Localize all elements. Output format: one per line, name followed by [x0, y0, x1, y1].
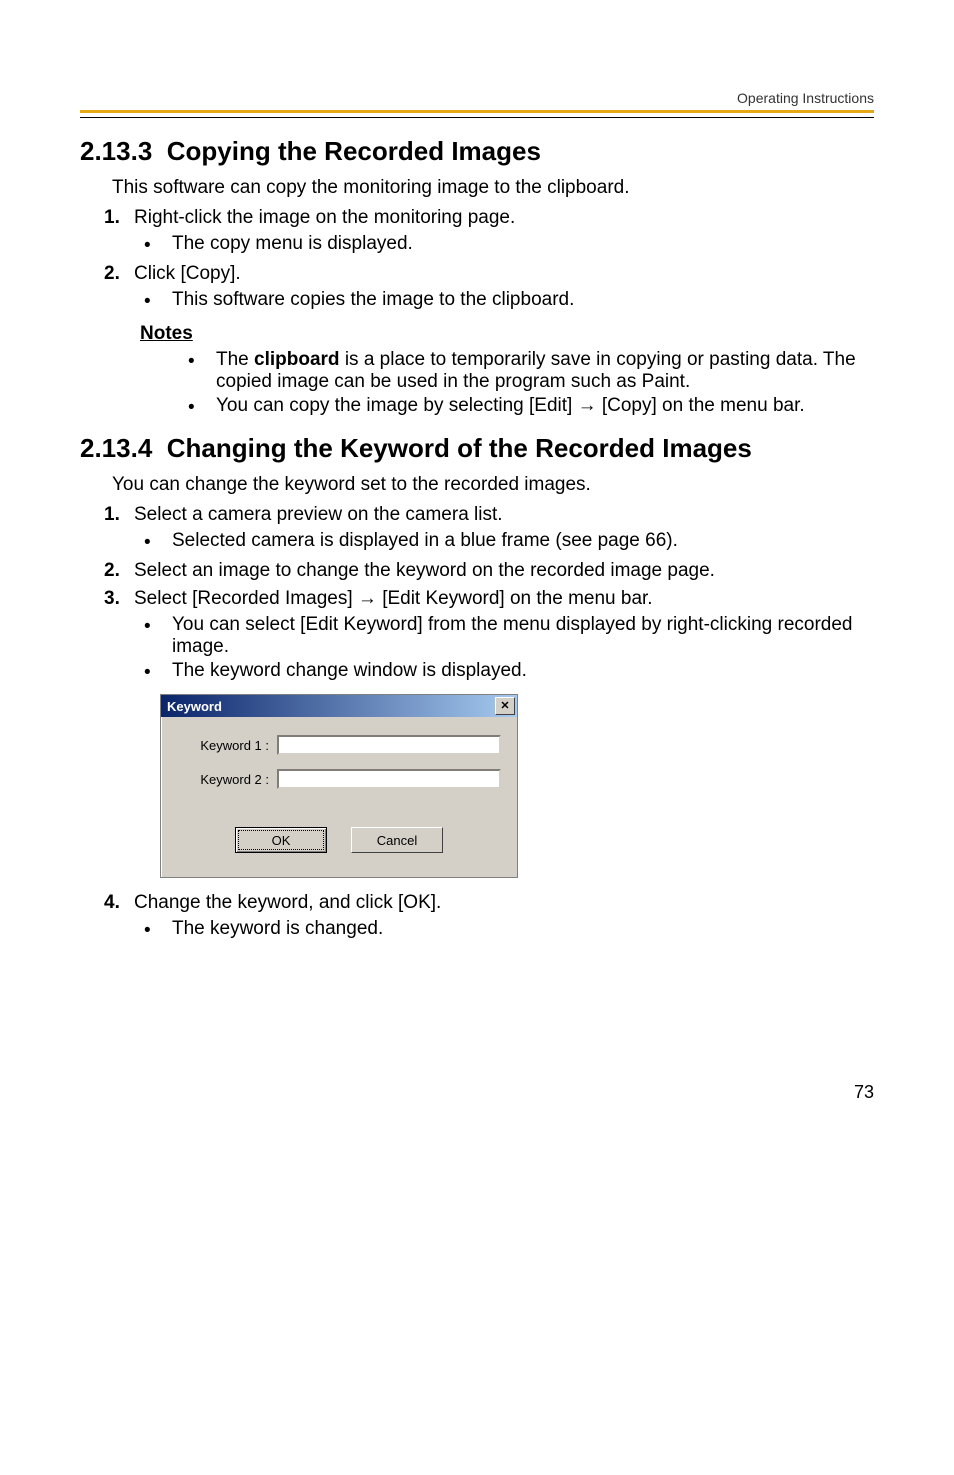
bullet-text: The copy menu is displayed.: [172, 233, 413, 255]
rule-thin: [80, 117, 874, 118]
bullet-dot-icon: •: [144, 614, 172, 638]
ok-button-label: OK: [272, 833, 291, 848]
keyword-dialog: Keyword ✕ Keyword 1 : Keyword 2 : OK: [160, 694, 518, 878]
step-b3-bullet-1: • You can select [Edit Keyword] from the…: [144, 614, 874, 658]
step-2: 2. Click [Copy].: [104, 263, 874, 285]
section-b-intro: You can change the keyword set to the re…: [112, 474, 874, 496]
dialog-title: Keyword: [167, 699, 222, 714]
step-text: Select a camera preview on the camera li…: [134, 504, 503, 526]
keyword2-label: Keyword 2 :: [177, 772, 277, 787]
note-text: You can copy the image by selecting [Edi…: [216, 395, 805, 417]
step-text: Select [Recorded Images] → [Edit Keyword…: [134, 588, 653, 610]
page-number: 73: [80, 1082, 874, 1103]
keyword1-input[interactable]: [277, 735, 501, 755]
rule-accent: [80, 110, 874, 113]
step-b2: 2. Select an image to change the keyword…: [104, 560, 874, 582]
ok-button[interactable]: OK: [235, 827, 327, 853]
step-number: 2.: [104, 560, 134, 582]
step-text: Select an image to change the keyword on…: [134, 560, 715, 582]
step-number: 1.: [104, 504, 134, 526]
step-text: Change the keyword, and click [OK].: [134, 892, 441, 914]
step-number: 2.: [104, 263, 134, 285]
step-b4: 4. Change the keyword, and click [OK].: [104, 892, 874, 914]
bullet-dot-icon: •: [144, 918, 172, 942]
arrow-right-icon: →: [353, 588, 383, 609]
note-bullet-2: • You can copy the image by selecting [E…: [188, 395, 874, 419]
cancel-button-label: Cancel: [377, 833, 417, 848]
step-number: 1.: [104, 207, 134, 229]
step-b1: 1. Select a camera preview on the camera…: [104, 504, 874, 526]
section-heading-copying: 2.13.3 Copying the Recorded Images: [80, 136, 874, 167]
bullet-text: Selected camera is displayed in a blue f…: [172, 530, 678, 552]
bullet-dot-icon: •: [144, 660, 172, 684]
step-number: 3.: [104, 588, 134, 610]
bullet-text: The keyword is changed.: [172, 918, 383, 940]
running-header: Operating Instructions: [80, 90, 874, 106]
section-a-intro: This software can copy the monitoring im…: [112, 177, 874, 199]
step-2-bullet: • This software copies the image to the …: [144, 289, 874, 313]
bullet-text: This software copies the image to the cl…: [172, 289, 574, 311]
bullet-dot-icon: •: [188, 395, 216, 419]
dialog-titlebar: Keyword ✕: [161, 695, 517, 717]
step-1: 1. Right-click the image on the monitori…: [104, 207, 874, 229]
cancel-button[interactable]: Cancel: [351, 827, 443, 853]
step-text: Right-click the image on the monitoring …: [134, 207, 515, 229]
bullet-dot-icon: •: [144, 233, 172, 257]
step-number: 4.: [104, 892, 134, 914]
arrow-right-icon: →: [572, 395, 602, 416]
close-button[interactable]: ✕: [495, 697, 515, 715]
close-icon: ✕: [500, 701, 509, 712]
notes-heading: Notes: [140, 323, 874, 345]
section-heading-keyword: 2.13.4 Changing the Keyword of the Recor…: [80, 433, 874, 464]
bullet-dot-icon: •: [188, 349, 216, 373]
step-text: Click [Copy].: [134, 263, 241, 285]
keyword2-input[interactable]: [277, 769, 501, 789]
bullet-dot-icon: •: [144, 530, 172, 554]
note-text: The clipboard is a place to temporarily …: [216, 349, 874, 393]
step-b3: 3. Select [Recorded Images] → [Edit Keyw…: [104, 588, 874, 610]
keyword1-label: Keyword 1 :: [177, 738, 277, 753]
step-b4-bullet: • The keyword is changed.: [144, 918, 874, 942]
step-1-bullet: • The copy menu is displayed.: [144, 233, 874, 257]
step-b3-bullet-2: • The keyword change window is displayed…: [144, 660, 874, 684]
bullet-text: The keyword change window is displayed.: [172, 660, 527, 682]
step-b1-bullet: • Selected camera is displayed in a blue…: [144, 530, 874, 554]
bullet-dot-icon: •: [144, 289, 172, 313]
bullet-text: You can select [Edit Keyword] from the m…: [172, 614, 874, 658]
note-bullet-1: • The clipboard is a place to temporaril…: [188, 349, 874, 393]
